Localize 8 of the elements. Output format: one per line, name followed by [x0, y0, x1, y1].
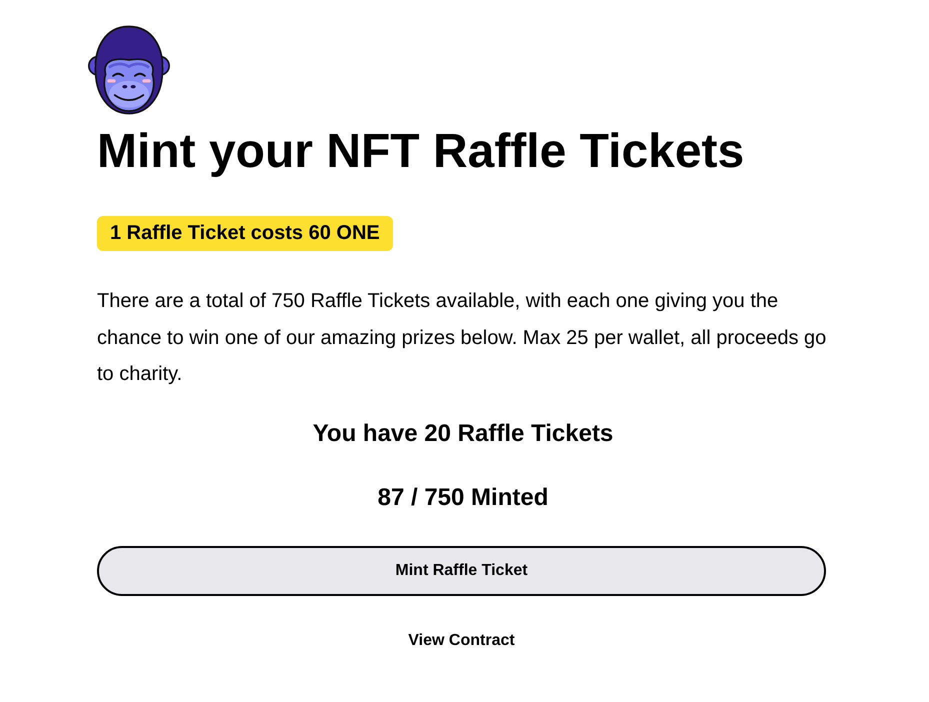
price-badge: 1 Raffle Ticket costs 60 ONE: [97, 216, 393, 251]
description-text: There are a total of 750 Raffle Tickets available, with each one giving you the chance to win one of our amazing prizes below. Max 25 per wallet, all proceeds go to charity.: [97, 289, 828, 387]
view-contract-link[interactable]: View Contract: [408, 628, 515, 652]
ticket-count: You have 20 Raffle Tickets: [312, 418, 614, 448]
mint-button[interactable]: Mint Raffle Ticket: [97, 546, 826, 596]
minted-count: 87 / 750 Minted: [378, 482, 548, 512]
page-title: Mint your NFT Raffle Tickets: [97, 124, 744, 180]
gorilla-logo-icon: [87, 24, 171, 116]
